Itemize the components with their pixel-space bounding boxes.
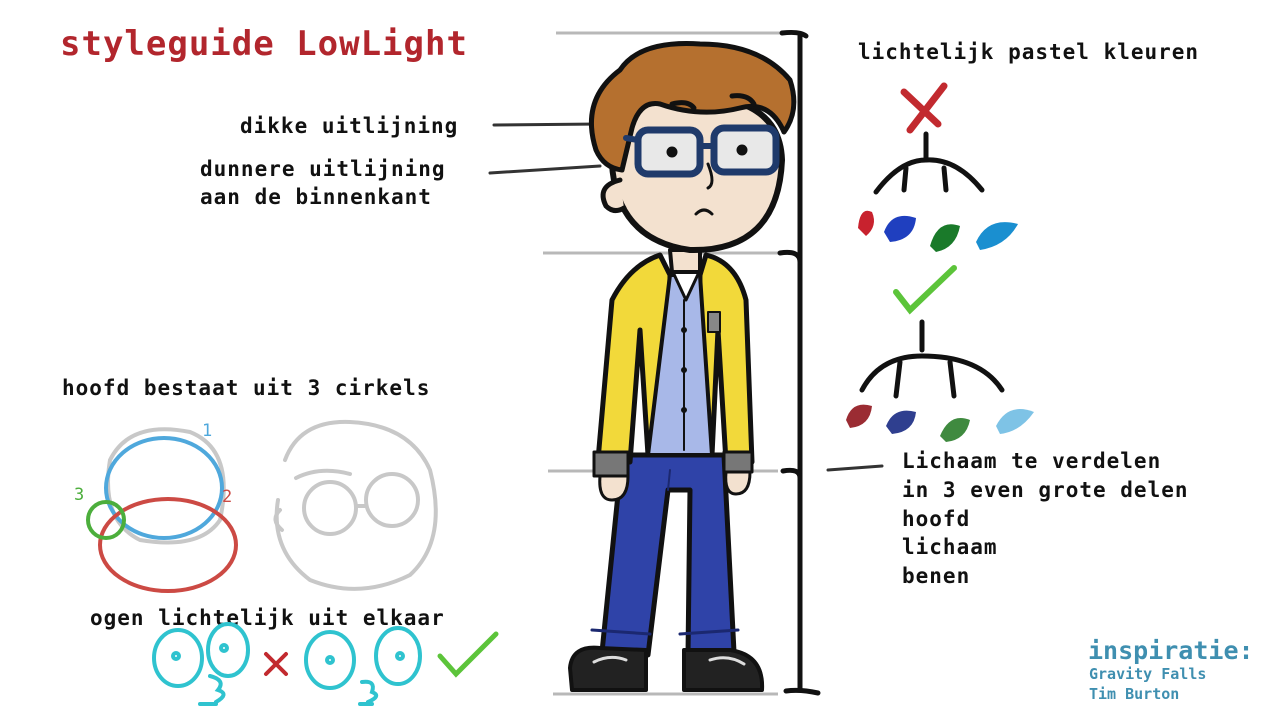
- head-circles-sketch: 1 2 3: [74, 419, 438, 593]
- palette-section: [846, 82, 1034, 442]
- circle-number: 3: [74, 485, 84, 505]
- illustration-canvas: 1 2 3: [74, 29, 1034, 706]
- bright-color-swatches: [858, 210, 1018, 252]
- cross-icon: [900, 82, 948, 134]
- check-icon: [437, 631, 499, 678]
- check-icon: [893, 265, 957, 315]
- eyes-spacing-sketch: [152, 622, 499, 706]
- circle-number: 2: [222, 487, 232, 507]
- character-illustration: [568, 41, 797, 692]
- cross-icon: [264, 652, 288, 676]
- pastel-color-swatches: [846, 404, 1034, 442]
- circle-number: 1: [202, 421, 212, 441]
